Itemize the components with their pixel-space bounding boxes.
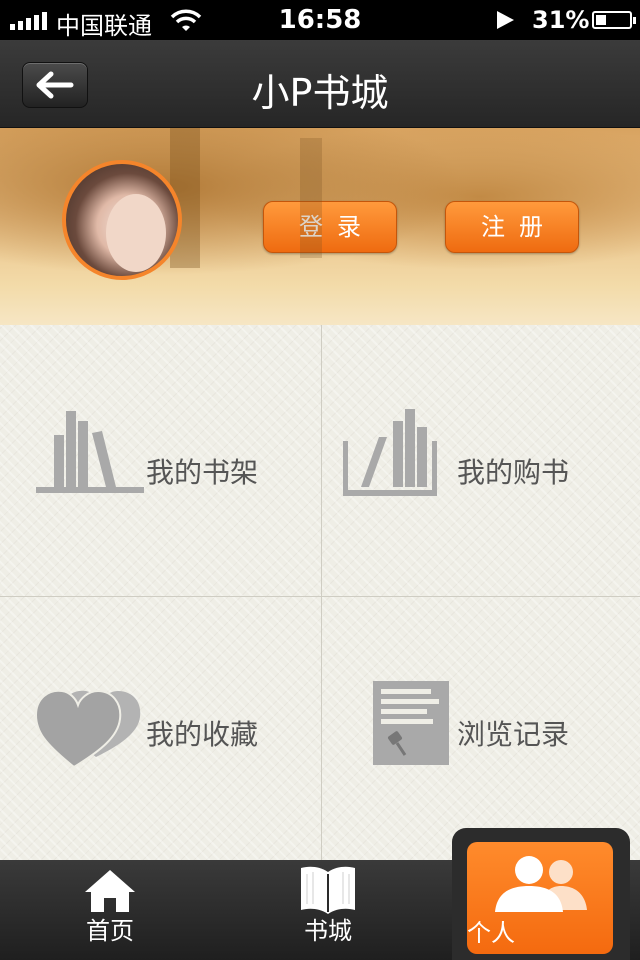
register-button[interactable]: 注册 (445, 201, 579, 253)
tab-bookstore[interactable]: 书城 (268, 860, 388, 960)
menu-item-purchased-books[interactable]: 我的购书 (321, 325, 640, 596)
tab-label: 个人 (467, 919, 515, 947)
menu-item-browse-history[interactable]: 浏览记录 (321, 597, 640, 860)
history-note-icon (373, 681, 449, 765)
tab-label: 首页 (86, 917, 134, 945)
profile-banner: 登录 注册 (0, 128, 640, 325)
battery-percentage: 31% (532, 6, 590, 34)
tab-home[interactable]: 首页 (50, 860, 170, 960)
menu-item-label: 浏览记录 (457, 718, 570, 751)
avatar[interactable] (62, 160, 182, 280)
tab-label: 书城 (304, 917, 352, 945)
menu-item-label: 我的书架 (146, 456, 259, 489)
book-purchase-icon (343, 409, 437, 496)
login-button[interactable]: 登录 (263, 201, 397, 253)
navigation-bar: 小P书城 (0, 40, 640, 128)
menu-item-label: 我的收藏 (146, 718, 259, 751)
battery-level (596, 15, 606, 25)
battery-icon (592, 11, 636, 29)
home-icon (85, 870, 135, 912)
book-icon (301, 866, 355, 914)
play-icon (497, 11, 514, 29)
heart-icon (34, 689, 141, 769)
avatar-face (106, 194, 166, 272)
menu-item-label: 我的购书 (457, 456, 570, 489)
menu-item-bookshelf[interactable]: 我的书架 (0, 325, 320, 596)
status-bar: 中国联通 16:58 31% (0, 0, 640, 40)
page-title: 小P书城 (251, 71, 389, 115)
users-icon (495, 856, 587, 912)
bookshelf-icon (36, 411, 144, 493)
tab-profile[interactable]: 个人 (467, 842, 613, 954)
menu-item-favorites[interactable]: 我的收藏 (0, 597, 320, 860)
